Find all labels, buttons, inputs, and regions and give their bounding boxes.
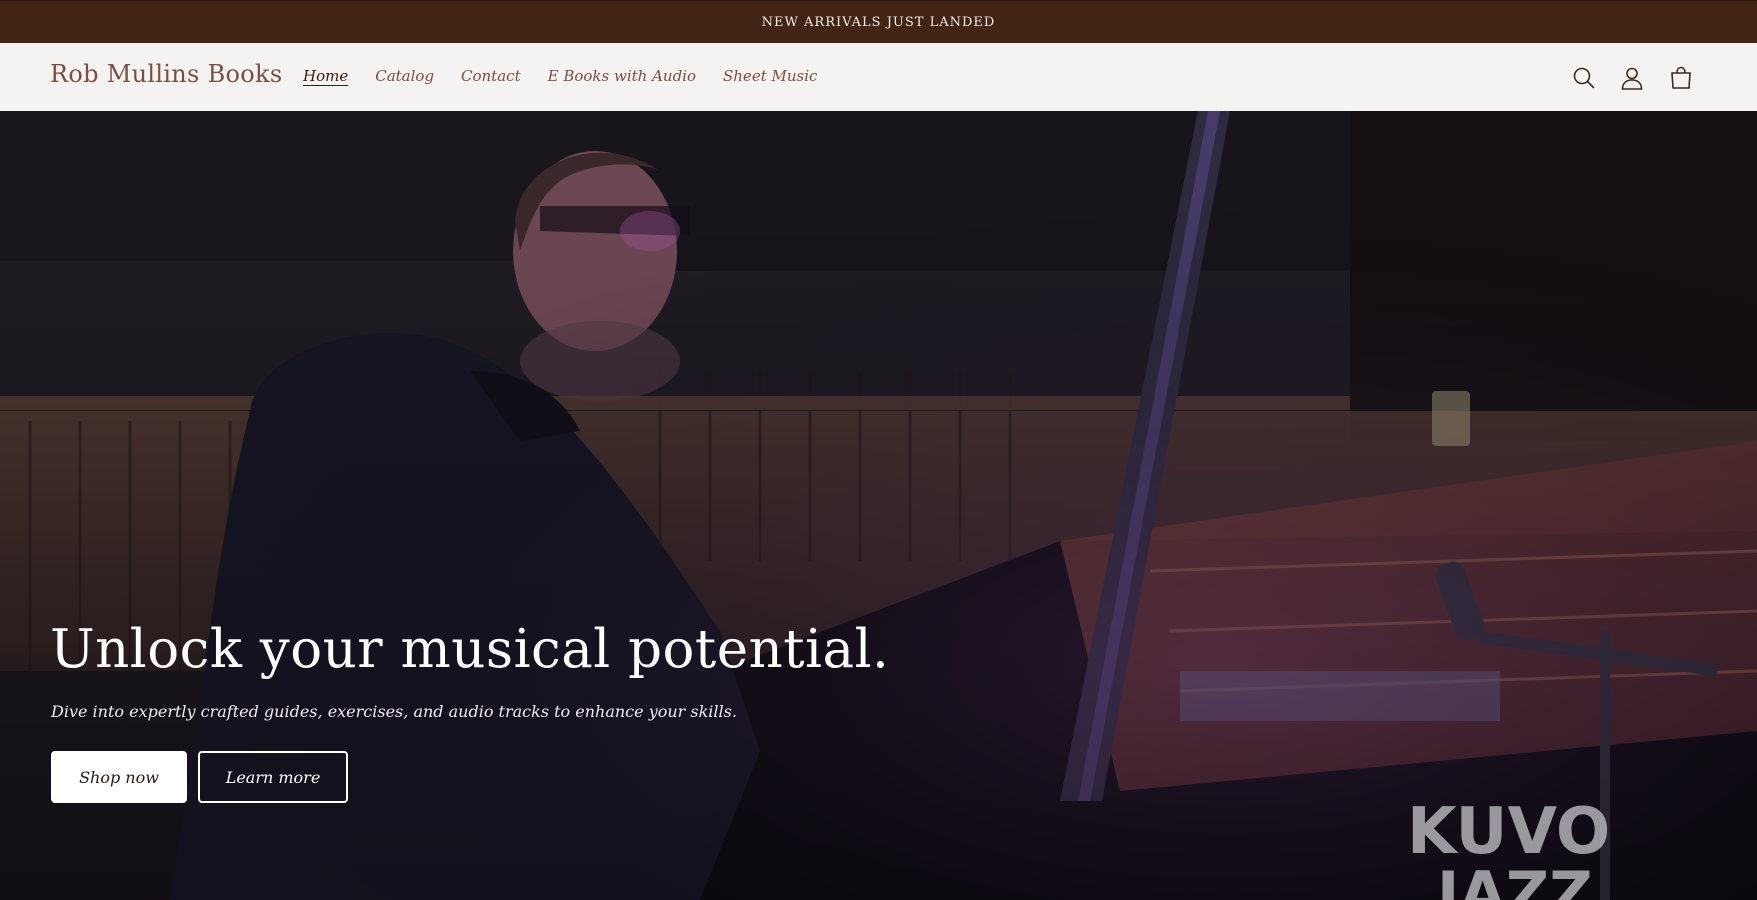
cart-icon [1671,66,1691,89]
search-icon [1573,67,1595,89]
svg-text:JAZZ: JAZZ [1433,859,1593,900]
hero-banner: KUVO JAZZ Unlock your musical potential.… [0,111,1757,900]
account-button[interactable] [1617,63,1647,93]
account-icon [1621,67,1643,90]
site-header: Rob Mullins Books Home Catalog Contact E… [0,43,1757,111]
cart-button[interactable] [1666,63,1696,93]
hero-title: Unlock your musical potential. [50,619,890,680]
announcement-text: NEW ARRIVALS JUST LANDED [761,14,996,30]
announcement-bar: NEW ARRIVALS JUST LANDED [0,0,1757,43]
main-nav: Home Catalog Contact E Books with Audio … [303,67,844,85]
svg-text:KUVO: KUVO [1407,795,1610,869]
nav-home[interactable]: Home [303,67,348,85]
nav-ebooks-with-audio[interactable]: E Books with Audio [548,67,696,85]
nav-sheet-music[interactable]: Sheet Music [723,67,817,85]
nav-contact[interactable]: Contact [461,67,521,85]
learn-more-button[interactable]: Learn more [198,751,348,803]
shop-now-button[interactable]: Shop now [51,751,187,803]
nav-catalog[interactable]: Catalog [375,67,434,85]
hero-subtitle: Dive into expertly crafted guides, exerc… [51,702,737,721]
brand-logo-link[interactable]: Rob Mullins Books [50,60,282,88]
kuvo-jazz-watermark: KUVO JAZZ [1407,795,1610,900]
search-button[interactable] [1569,63,1599,93]
